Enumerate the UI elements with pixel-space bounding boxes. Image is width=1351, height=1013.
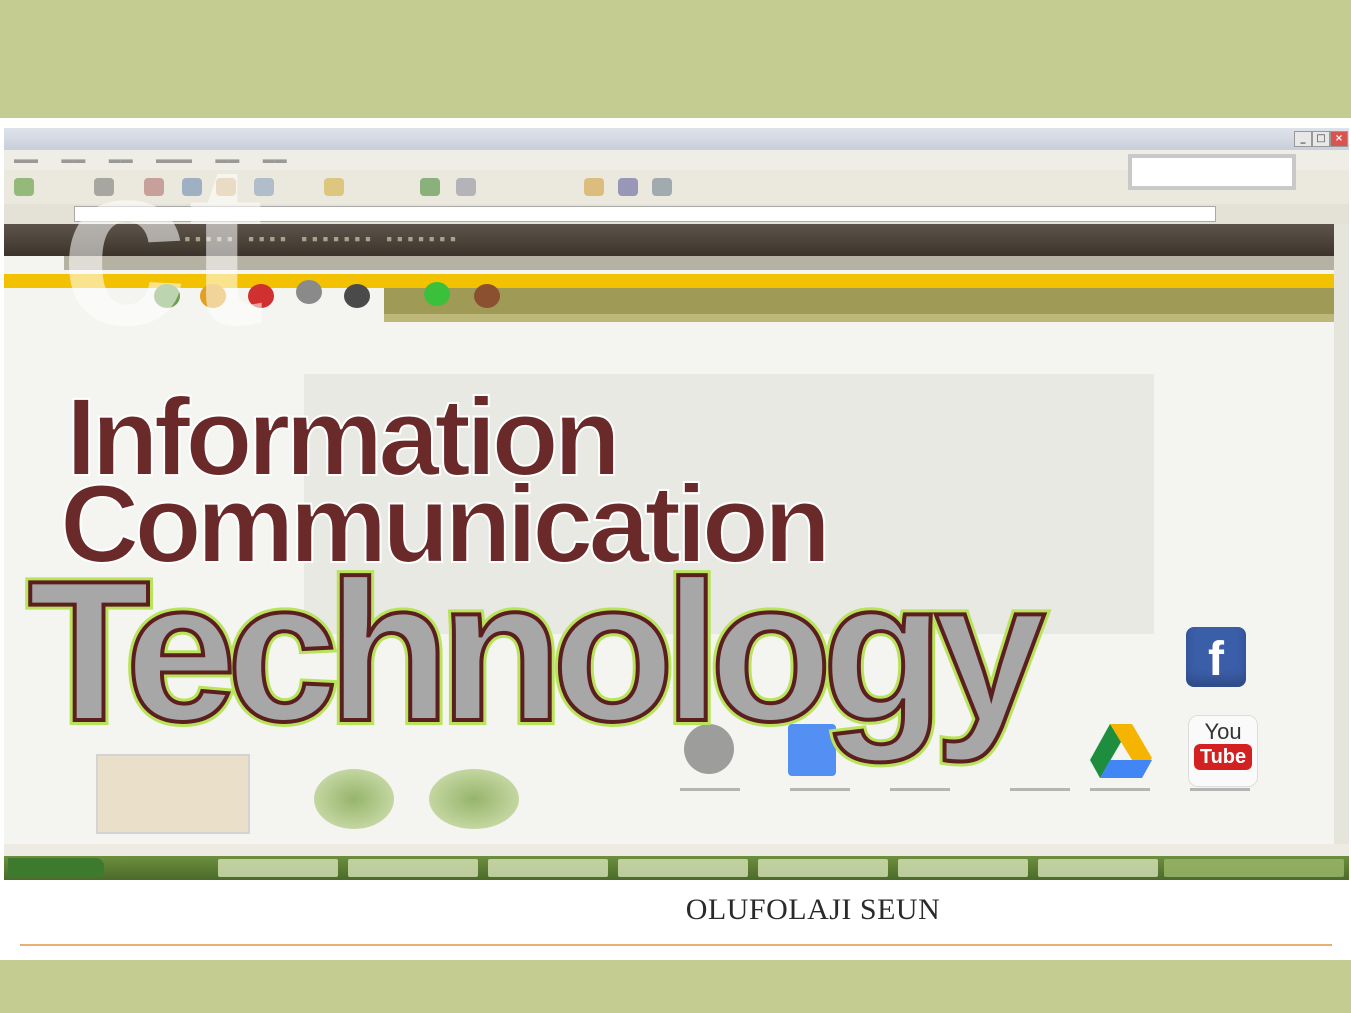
app-caption xyxy=(670,787,750,793)
taskbar-item[interactable] xyxy=(618,859,748,877)
facebook-icon[interactable]: f xyxy=(1186,627,1246,687)
taskbar-item[interactable] xyxy=(488,859,608,877)
app-caption xyxy=(1180,787,1260,793)
product-image[interactable] xyxy=(429,769,519,829)
system-tray[interactable] xyxy=(1164,859,1344,877)
search-box[interactable] xyxy=(1128,154,1296,190)
watermark-ict: ct xyxy=(60,116,265,373)
title-line-3: Technology xyxy=(26,540,1047,763)
youtube-icon[interactable]: You Tube xyxy=(1188,715,1258,787)
taskbar-item[interactable] xyxy=(898,859,1028,877)
app-caption xyxy=(1080,787,1160,793)
thumbnail-image[interactable] xyxy=(96,754,250,834)
bottom-decorative-band xyxy=(0,960,1351,1013)
menu-file[interactable]: ▬▬ xyxy=(4,150,48,168)
taskbar-item[interactable] xyxy=(1038,859,1158,877)
author-underline xyxy=(20,944,1332,946)
taskbar xyxy=(4,856,1349,880)
youtube-you-label: You xyxy=(1204,719,1242,744)
app-caption xyxy=(880,787,960,793)
app-caption xyxy=(1000,787,1080,793)
youtube-tube-label: Tube xyxy=(1193,744,1253,770)
taskbar-item[interactable] xyxy=(218,859,338,877)
product-image[interactable] xyxy=(314,769,394,829)
close-icon[interactable]: × xyxy=(1330,131,1348,147)
scrollbar[interactable] xyxy=(1334,224,1349,844)
start-button[interactable] xyxy=(8,858,104,878)
taskbar-item[interactable] xyxy=(758,859,888,877)
minimize-icon[interactable]: _ xyxy=(1294,131,1312,147)
top-decorative-band xyxy=(0,0,1351,118)
author-name: OLUFOLAJI SEUN xyxy=(685,893,941,926)
maximize-icon[interactable]: □ xyxy=(1312,131,1330,147)
back-icon[interactable] xyxy=(14,178,34,196)
drive-icon[interactable] xyxy=(1090,724,1152,778)
app-caption xyxy=(780,787,860,793)
taskbar-item[interactable] xyxy=(348,859,478,877)
